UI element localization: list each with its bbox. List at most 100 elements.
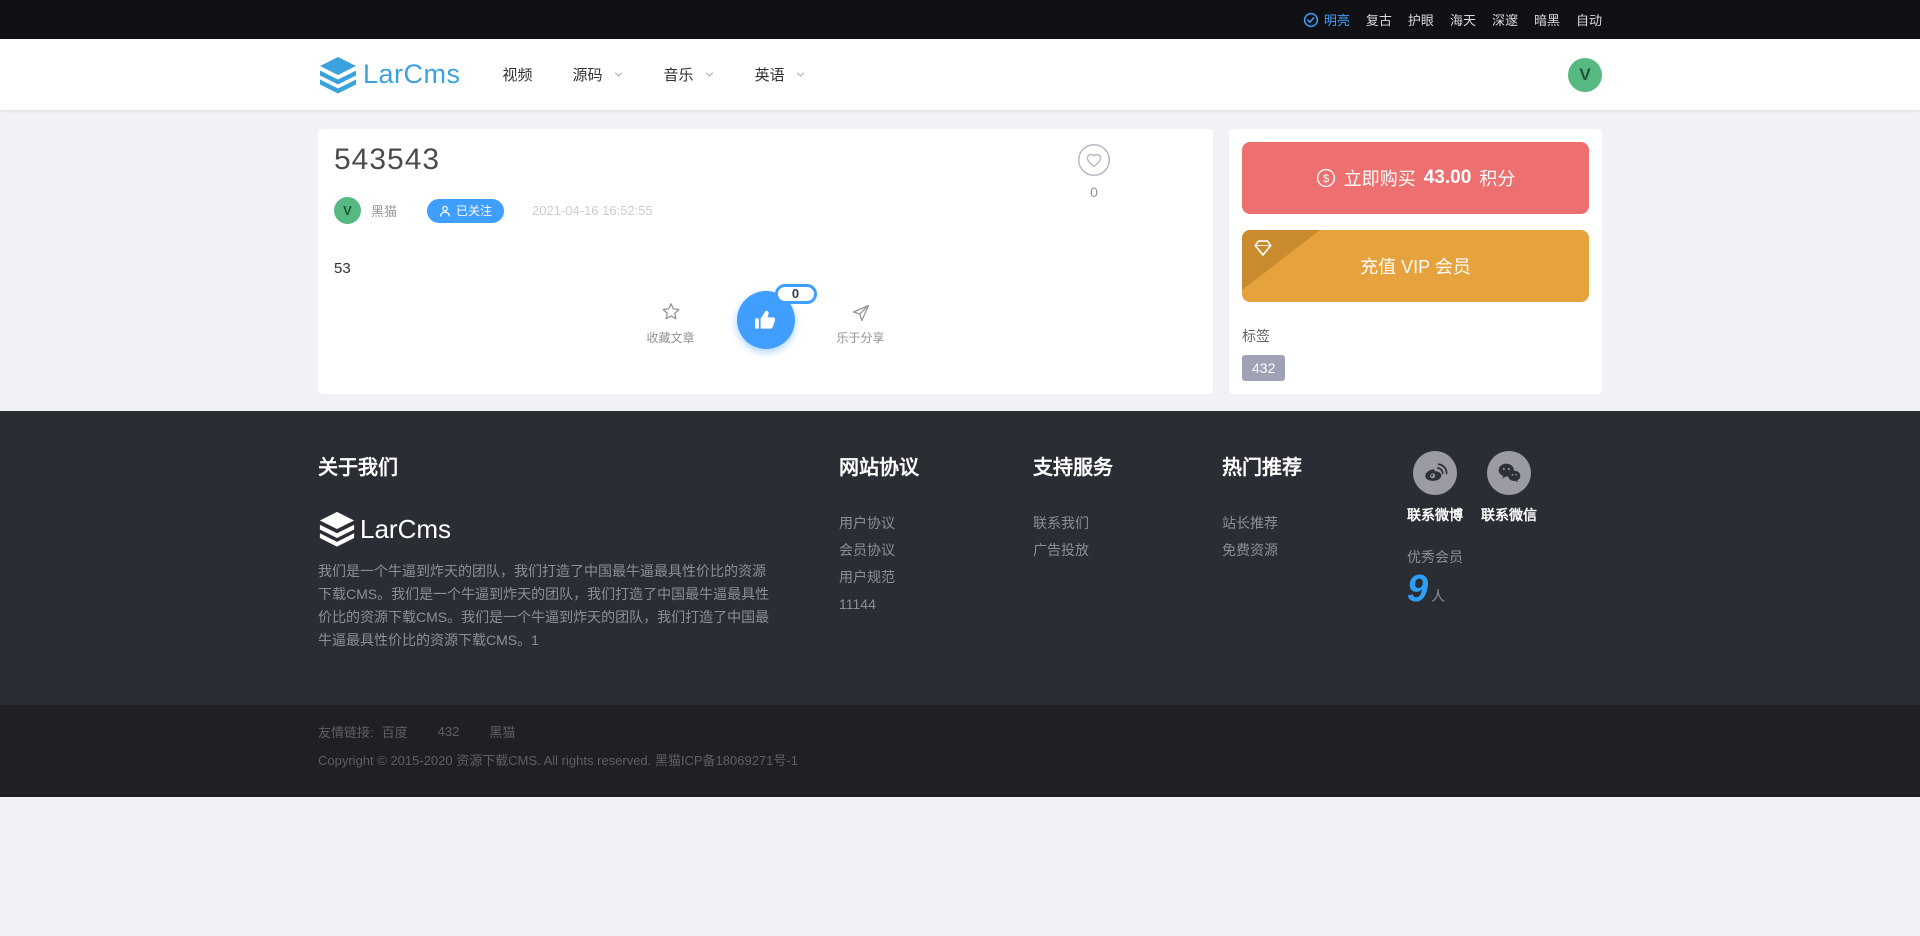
footer-link-free-resources[interactable]: 免费资源 <box>1222 537 1334 564</box>
friend-link-baidu[interactable]: 百度 <box>382 722 408 741</box>
chevron-down-icon <box>704 69 715 80</box>
friend-links-row: 友情链接: 百度 432 黑猫 <box>318 722 1602 741</box>
like-button[interactable]: 0 <box>737 291 795 349</box>
author-avatar[interactable]: V <box>334 197 361 224</box>
theme-item-deep[interactable]: 深邃 <box>1492 10 1518 29</box>
svg-text:$: $ <box>1323 173 1329 185</box>
favorite-button[interactable]: 收藏文章 <box>639 301 703 349</box>
chevron-down-icon <box>613 69 624 80</box>
friend-link-heimao[interactable]: 黑猫 <box>489 722 515 741</box>
site-header: LarCms 视频 源码 音乐 英语 V <box>0 39 1920 110</box>
footer-link-contact-us[interactable]: 联系我们 <box>1033 510 1145 537</box>
members-unit: 人 <box>1431 586 1445 606</box>
footer-logo-text: LarCms <box>360 514 451 545</box>
heart-like-widget[interactable]: 0 <box>1075 143 1113 200</box>
follow-badge-label: 已关注 <box>456 202 492 219</box>
theme-label: 明亮 <box>1324 10 1350 29</box>
thumb-up-icon <box>753 307 779 333</box>
footer-about-title: 关于我们 <box>318 451 778 480</box>
vip-label: 充值 VIP 会员 <box>1360 253 1471 279</box>
bottom-bar: 友情链接: 百度 432 黑猫 Copyright © 2015-2020 资源… <box>0 705 1920 797</box>
weibo-contact[interactable]: 联系微博 <box>1407 451 1463 525</box>
nav-item-video[interactable]: 视频 <box>503 64 533 85</box>
theme-item-ocean[interactable]: 海天 <box>1450 10 1476 29</box>
copyright-text: Copyright © 2015-2020 资源下载CMS. All right… <box>318 750 1602 769</box>
article-date: 2021-04-16 16:52:55 <box>532 203 653 218</box>
wechat-icon <box>1496 460 1522 486</box>
friend-link-432[interactable]: 432 <box>438 724 460 739</box>
footer-logo: LarCms <box>318 510 778 548</box>
article-title: 543543 <box>334 143 1197 177</box>
user-avatar[interactable]: V <box>1568 58 1602 92</box>
vip-recharge-button[interactable]: 充值 VIP 会员 <box>1242 230 1589 302</box>
footer-description: 我们是一个牛逼到炸天的团队，我们打造了中国最牛逼最具性价比的资源下载CMS。我们… <box>318 560 770 652</box>
dollar-circle-icon: $ <box>1316 168 1336 188</box>
footer-link-webmaster-picks[interactable]: 站长推荐 <box>1222 510 1334 537</box>
theme-item-eyecare[interactable]: 护眼 <box>1408 10 1434 29</box>
theme-bar: 明亮 复古 护眼 海天 深邃 暗黑 自动 <box>0 0 1920 39</box>
sidebar: $ 立即购买 43.00 积分 充值 VIP 会员 标签 432 <box>1229 129 1602 394</box>
buy-points: 43.00 <box>1424 167 1472 189</box>
footer-link-advertising[interactable]: 广告投放 <box>1033 537 1145 564</box>
footer-column-title: 热门推荐 <box>1222 451 1334 480</box>
author-row: V 黑猫 已关注 2021-04-16 16:52:55 <box>334 197 1197 224</box>
footer-social: 联系微博 <box>1407 451 1537 652</box>
gem-icon <box>1253 239 1273 257</box>
theme-item-bright[interactable]: 明亮 <box>1303 10 1350 29</box>
check-circle-icon <box>1303 12 1319 28</box>
footer-column-title: 支持服务 <box>1033 451 1145 480</box>
footer-column-recommend: 热门推荐 站长推荐 免费资源 <box>1222 451 1334 652</box>
weibo-icon <box>1422 460 1448 486</box>
article-content: 53 <box>334 260 1197 277</box>
tags-title: 标签 <box>1242 326 1589 346</box>
theme-item-dark[interactable]: 暗黑 <box>1534 10 1560 29</box>
follow-badge[interactable]: 已关注 <box>427 199 504 223</box>
footer-about: 关于我们 LarCms 我们是一个牛逼到炸天的团队，我们打造了中国最牛逼最具性价… <box>318 451 778 652</box>
nav-label: 音乐 <box>664 64 694 85</box>
footer-link-member-agreement[interactable]: 会员协议 <box>839 537 951 564</box>
excellent-members: 优秀会员 9 人 <box>1407 547 1537 606</box>
nav-label: 视频 <box>503 64 533 85</box>
logo-stack-icon <box>318 510 356 548</box>
wechat-label: 联系微信 <box>1481 505 1537 525</box>
chevron-down-icon <box>795 69 806 80</box>
paper-plane-icon <box>851 303 871 323</box>
nav-label: 源码 <box>573 64 603 85</box>
weibo-label: 联系微博 <box>1407 505 1463 525</box>
author-name[interactable]: 黑猫 <box>371 201 397 220</box>
members-label: 优秀会员 <box>1407 547 1537 567</box>
article-actions: 收藏文章 0 乐于分享 <box>334 291 1197 349</box>
like-count-badge: 0 <box>775 284 817 304</box>
footer-column-agreements: 网站协议 用户协议 会员协议 用户规范 11144 <box>839 451 951 652</box>
nav-label: 英语 <box>755 64 785 85</box>
share-button[interactable]: 乐于分享 <box>829 303 893 349</box>
footer-link-user-rules[interactable]: 用户规范 <box>839 564 951 591</box>
heart-circle-icon <box>1077 143 1111 177</box>
buy-unit: 积分 <box>1479 165 1515 191</box>
tag-chip[interactable]: 432 <box>1242 355 1285 381</box>
theme-item-auto[interactable]: 自动 <box>1576 10 1602 29</box>
theme-item-retro[interactable]: 复古 <box>1366 10 1392 29</box>
footer-link-11144[interactable]: 11144 <box>839 591 951 618</box>
nav-item-english[interactable]: 英语 <box>755 64 806 85</box>
buy-now-button[interactable]: $ 立即购买 43.00 积分 <box>1242 142 1589 214</box>
article-card: 543543 0 V 黑猫 已关注 2021-04-16 <box>318 129 1213 394</box>
main-nav: 视频 源码 音乐 英语 <box>503 64 806 85</box>
site-logo[interactable]: LarCms <box>318 55 461 95</box>
buy-label: 立即购买 <box>1344 165 1416 191</box>
favorite-label: 收藏文章 <box>646 329 694 346</box>
members-count: 9 <box>1407 572 1428 606</box>
main-area: 543543 0 V 黑猫 已关注 2021-04-16 <box>0 110 1920 411</box>
friend-links-label: 友情链接: <box>318 722 374 741</box>
nav-item-music[interactable]: 音乐 <box>664 64 715 85</box>
heart-count: 0 <box>1075 184 1113 200</box>
wechat-contact[interactable]: 联系微信 <box>1481 451 1537 525</box>
footer-link-user-agreement[interactable]: 用户协议 <box>839 510 951 537</box>
share-label: 乐于分享 <box>836 329 884 346</box>
logo-text: LarCms <box>363 59 461 90</box>
footer-column-support: 支持服务 联系我们 广告投放 <box>1033 451 1145 652</box>
star-icon <box>660 301 682 323</box>
person-icon <box>439 205 451 217</box>
site-footer: 关于我们 LarCms 我们是一个牛逼到炸天的团队，我们打造了中国最牛逼最具性价… <box>0 411 1920 705</box>
nav-item-source[interactable]: 源码 <box>573 64 624 85</box>
